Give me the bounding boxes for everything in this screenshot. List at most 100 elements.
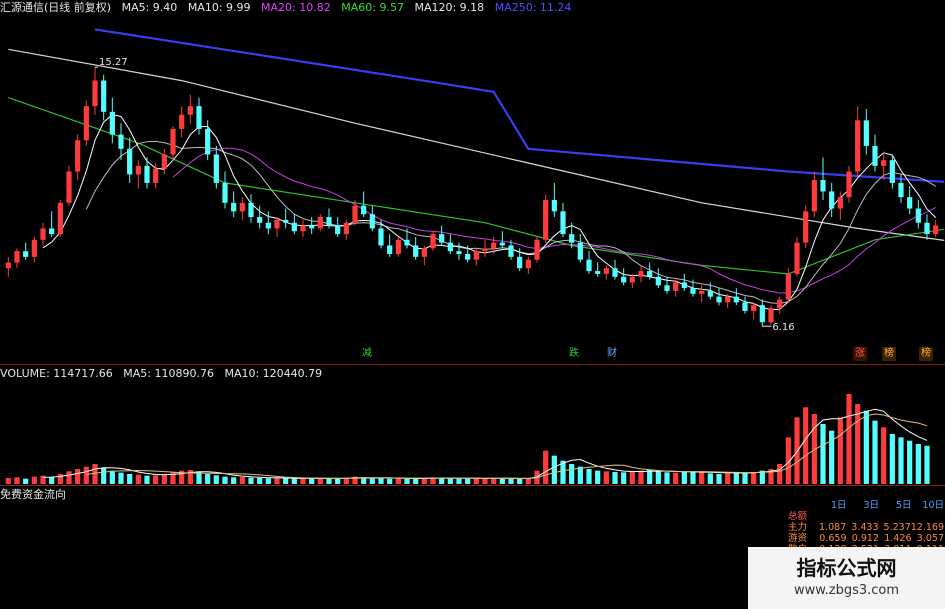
badge-reduce[interactable]: 减: [360, 347, 374, 361]
flow-cell: [814, 511, 847, 522]
candle-body: [881, 160, 887, 166]
candle-body: [855, 120, 861, 172]
volume-bar: [395, 478, 401, 484]
candle-body: [153, 168, 159, 183]
volume-bar: [803, 407, 809, 484]
candle-body: [231, 202, 237, 212]
candle-body: [187, 106, 193, 115]
candle-body: [681, 282, 687, 289]
candle-body: [586, 259, 592, 272]
flow-col-5d[interactable]: 5日: [879, 500, 912, 511]
candle-body: [309, 225, 315, 229]
badge-ranking-1[interactable]: 榜: [882, 347, 896, 361]
volume-bar: [586, 469, 592, 484]
candle-body: [439, 234, 445, 243]
candle-body: [820, 180, 826, 192]
volume-bar: [300, 478, 306, 484]
volume-bar: [733, 472, 739, 484]
candle-body: [907, 197, 913, 209]
candle-body: [915, 208, 921, 223]
flow-row-hot-money: 游资 0.659 0.912 1.426 3.057: [788, 533, 944, 544]
volume-bar: [612, 472, 618, 484]
candle-body: [14, 251, 20, 263]
volume-header: VOLUME: 114717.66 MA5: 110890.76 MA10: 1…: [0, 366, 329, 382]
candle-body: [898, 182, 904, 198]
flow-label: 免费资金流向: [0, 488, 66, 501]
candle-body: [144, 165, 150, 183]
candle-body: [829, 191, 835, 209]
candle-body: [664, 285, 670, 291]
flow-cell: 0.659: [819, 533, 847, 544]
candle-body: [612, 268, 618, 277]
candle-body: [751, 305, 757, 311]
candle-body: [343, 222, 349, 235]
candle-body: [75, 140, 81, 172]
volume-bar: [499, 478, 505, 484]
volume-bar: [31, 476, 37, 484]
volume-bar: [447, 478, 453, 484]
flow-col-1d[interactable]: 1日: [814, 500, 847, 511]
low-price-label: 6.16: [772, 322, 794, 333]
candle-body: [534, 239, 540, 260]
candle-body: [387, 245, 393, 255]
candle-body: [759, 305, 765, 323]
candle-body: [335, 225, 341, 235]
flow-cell: [847, 511, 880, 522]
flow-header[interactable]: 免费资金流向: [0, 487, 73, 503]
candle-body: [291, 222, 297, 232]
volume-bar: [49, 477, 55, 484]
candle-body: [673, 282, 679, 291]
flow-col-10d[interactable]: 10日: [912, 500, 944, 511]
candle-body: [690, 288, 696, 294]
volume-bar: [647, 470, 653, 484]
volume-bar: [75, 469, 81, 484]
watermark-title: 指标公式网: [796, 556, 897, 580]
badge-finance[interactable]: 财: [605, 347, 619, 361]
flow-cell: 5.237: [883, 522, 911, 533]
candle-body: [595, 271, 601, 274]
candle-body: [638, 271, 644, 277]
volume-bar: [508, 478, 514, 484]
candle-body: [196, 106, 202, 129]
volume-bar: [153, 475, 159, 484]
separator-volume-flow: [0, 485, 945, 486]
candle-body: [707, 290, 713, 297]
candle-body: [83, 106, 89, 141]
candle-body: [317, 217, 323, 229]
candle-body: [456, 251, 462, 255]
badge-ranking-2[interactable]: 榜: [919, 347, 933, 361]
candle-body: [135, 165, 141, 175]
candle-body: [361, 205, 367, 215]
flow-col-3d[interactable]: 3日: [847, 500, 879, 511]
flow-cell: 3.057: [916, 533, 944, 544]
volume-bar: [213, 475, 219, 484]
badge-limit-up[interactable]: 涨: [853, 347, 867, 361]
volume-bar: [569, 464, 575, 484]
candle-body: [369, 214, 375, 229]
volume-bar: [690, 471, 696, 484]
flow-row-label: 总额: [788, 511, 808, 522]
flow-cell: [879, 511, 912, 522]
flow-row-total: 总额: [788, 511, 944, 522]
badge-limit-down[interactable]: 跌: [567, 347, 581, 361]
volume-bar: [14, 477, 20, 484]
volume-bar: [205, 474, 211, 484]
candle-body: [846, 171, 852, 198]
volume-bar: [664, 472, 670, 484]
candle-body: [92, 80, 98, 107]
volume-bar: [577, 466, 583, 484]
volume-bar: [135, 474, 141, 484]
candle-body: [101, 80, 107, 112]
volume-bar: [751, 472, 757, 484]
candle-body: [57, 202, 63, 235]
volume-bar: [109, 470, 115, 484]
volume-bar: [265, 478, 271, 484]
candle-body: [742, 302, 748, 311]
volume-bar: [716, 474, 722, 484]
candle-body: [170, 128, 176, 155]
flow-table-header: 1日 3日 5日 10日: [788, 500, 944, 511]
watermark-url: www.zbgs3.com: [793, 583, 900, 598]
candle-body: [413, 245, 419, 257]
candle-body: [889, 160, 895, 183]
flow-cell: 1.087: [819, 522, 847, 533]
